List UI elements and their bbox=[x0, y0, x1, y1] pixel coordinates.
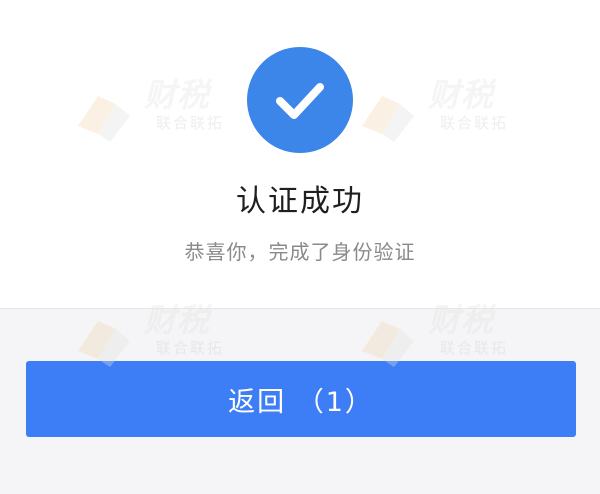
result-card: 认证成功 恭喜你，完成了身份验证 bbox=[0, 0, 600, 309]
watermark-tagline: 联合联拓 bbox=[156, 339, 225, 357]
verification-success-page: 认证成功 恭喜你，完成了身份验证 返回 （1） 财税 联合联拓 财税 联合联拓 … bbox=[0, 0, 600, 494]
success-message: 恭喜你，完成了身份验证 bbox=[184, 240, 416, 264]
success-badge bbox=[247, 47, 353, 153]
page-title: 认证成功 bbox=[236, 184, 364, 219]
watermark-tagline: 联合联拓 bbox=[440, 339, 509, 357]
check-icon bbox=[276, 83, 324, 119]
return-button[interactable]: 返回 （1） bbox=[26, 361, 576, 437]
